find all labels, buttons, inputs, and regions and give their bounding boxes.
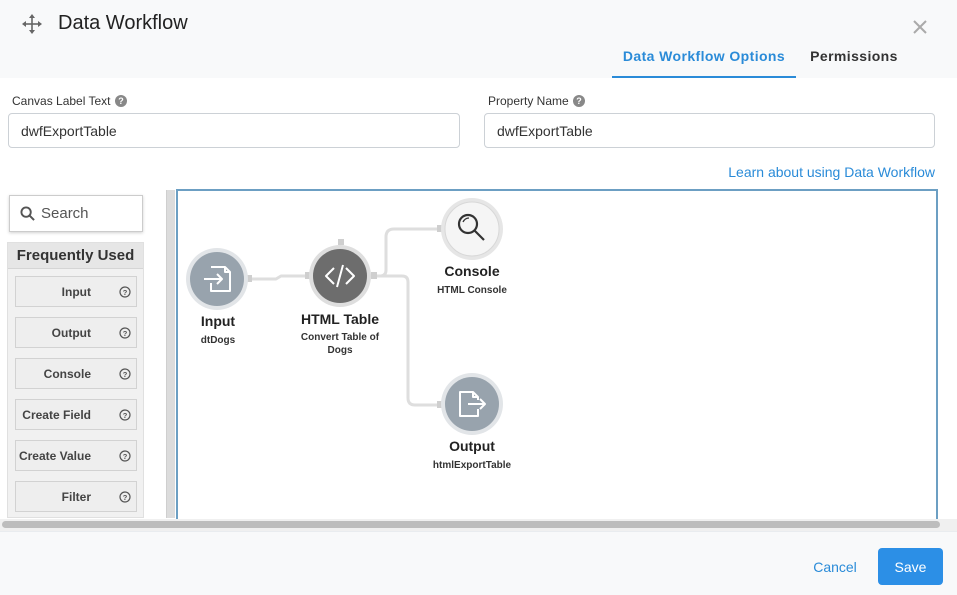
help-icon[interactable]: ?: [119, 409, 131, 421]
node-console-title: Console: [444, 263, 500, 279]
tab-data-workflow-options[interactable]: Data Workflow Options: [612, 46, 796, 78]
property-name-label-text: Property Name: [488, 94, 569, 108]
property-name-input[interactable]: [484, 113, 935, 148]
palette-item-label: Input: [61, 285, 91, 299]
magnifier-icon: [441, 198, 503, 260]
svg-text:?: ?: [123, 493, 128, 502]
svg-text:?: ?: [118, 96, 124, 106]
svg-text:?: ?: [576, 96, 582, 106]
palette-item-label: Create Value: [18, 449, 91, 463]
help-icon[interactable]: ?: [119, 286, 131, 298]
svg-text:?: ?: [123, 452, 128, 461]
help-icon[interactable]: ?: [119, 491, 131, 503]
palette-item-label: Output: [51, 326, 91, 340]
scrollbar-thumb[interactable]: [2, 521, 940, 528]
canvas-label-text-input[interactable]: [8, 113, 460, 148]
palette-search-input[interactable]: Search: [9, 195, 143, 232]
palette-scrollbar[interactable]: [166, 190, 175, 518]
move-icon[interactable]: [22, 14, 42, 34]
search-placeholder: Search: [41, 205, 89, 222]
frequently-used-heading: Frequently Used: [8, 243, 143, 269]
node-input-title: Input: [200, 313, 236, 329]
palette-item-label: Create Field: [22, 408, 91, 422]
close-icon[interactable]: [909, 16, 931, 38]
svg-text:?: ?: [123, 288, 128, 297]
node-html-table[interactable]: [308, 244, 372, 308]
output-document-icon: [441, 373, 503, 435]
palette-item-label: Console: [43, 367, 91, 381]
svg-text:?: ?: [123, 411, 128, 420]
search-icon: [20, 206, 35, 221]
tab-permissions[interactable]: Permissions: [800, 46, 908, 78]
node-html-table-subtitle: Convert Table of Dogs: [300, 332, 380, 356]
node-console[interactable]: [440, 197, 504, 261]
palette-item-create-field[interactable]: Create Field ?: [15, 399, 137, 430]
code-icon: [309, 245, 371, 307]
canvas-label-text-label: Canvas Label Text ?: [12, 94, 127, 108]
edge-input-to-html-table: [249, 274, 308, 281]
node-output-title: Output: [449, 438, 495, 454]
help-icon[interactable]: ?: [119, 368, 131, 380]
workflow-canvas[interactable]: Input dtDogs HTML Table Convert Table of…: [176, 189, 938, 519]
palette-item-label: Filter: [61, 490, 91, 504]
svg-text:?: ?: [123, 329, 128, 338]
help-icon[interactable]: ?: [572, 95, 585, 107]
palette-item-input[interactable]: Input ?: [15, 276, 137, 307]
node-input[interactable]: [185, 247, 249, 311]
canvas-label-text-label-text: Canvas Label Text: [12, 94, 111, 108]
svg-text:?: ?: [123, 370, 128, 379]
node-console-subtitle: HTML Console: [437, 285, 507, 296]
palette-item-filter[interactable]: Filter ?: [15, 481, 137, 512]
node-html-table-title: HTML Table: [300, 311, 380, 327]
node-output[interactable]: [440, 372, 504, 436]
palette-item-console[interactable]: Console ?: [15, 358, 137, 389]
node-palette-sidebar: Search Frequently Used Input ? Output ? …: [0, 190, 170, 518]
node-output-subtitle: htmlExportTable: [432, 460, 512, 471]
save-button[interactable]: Save: [878, 548, 943, 585]
property-name-label: Property Name ?: [488, 94, 585, 108]
node-input-subtitle: dtDogs: [200, 335, 236, 346]
cancel-button[interactable]: Cancel: [808, 552, 862, 582]
frequently-used-section: Frequently Used Input ? Output ? Console…: [7, 242, 144, 518]
palette-item-create-value[interactable]: Create Value ?: [15, 440, 137, 471]
palette-item-output[interactable]: Output ?: [15, 317, 137, 348]
help-icon[interactable]: ?: [119, 450, 131, 462]
learn-data-workflow-link[interactable]: Learn about using Data Workflow: [700, 164, 935, 180]
input-arrow-icon: [186, 248, 248, 310]
help-icon[interactable]: ?: [119, 327, 131, 339]
dialog-title: Data Workflow: [58, 12, 188, 34]
help-icon[interactable]: ?: [114, 95, 127, 107]
